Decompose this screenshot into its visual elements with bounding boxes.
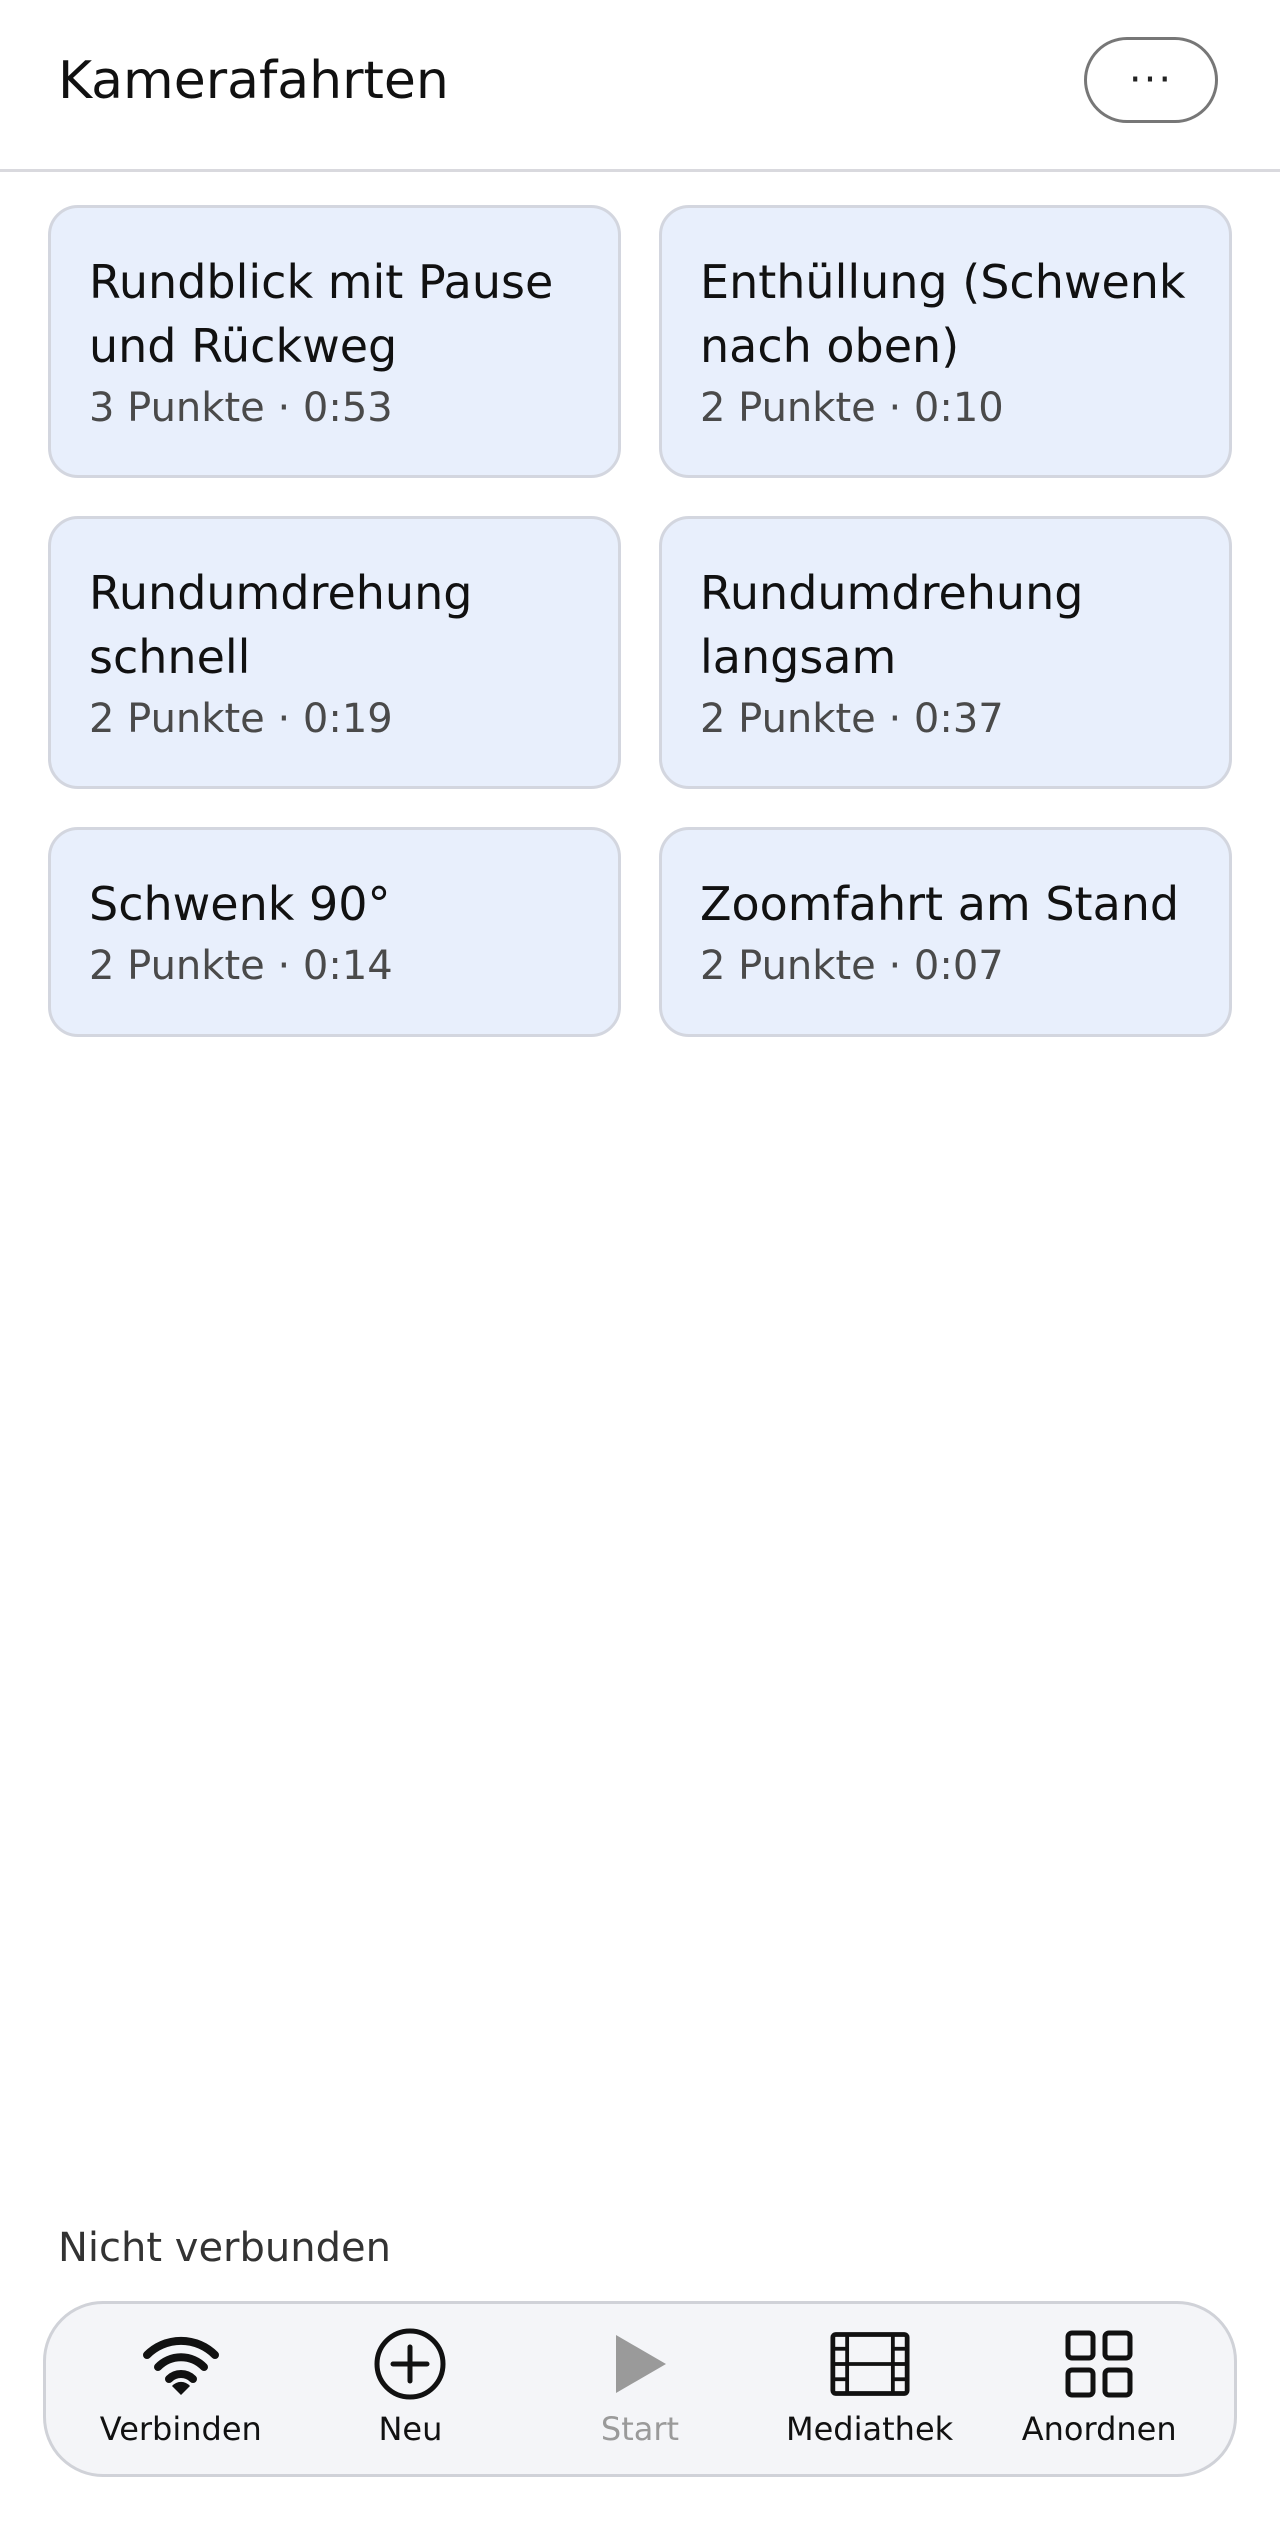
connection-status: Nicht verbunden: [58, 2225, 391, 2271]
sequence-title: Rundumdrehung schnell: [89, 566, 473, 684]
plus-circle-icon: [370, 2327, 450, 2401]
sequence-meta: 3 Punkte · 0:53: [89, 385, 393, 431]
sequence-meta: 2 Punkte · 0:10: [700, 385, 1004, 431]
tab-start[interactable]: Start: [540, 2327, 740, 2451]
sequence-card[interactable]: Rundumdrehung schnell 2 Punkte · 0:19: [48, 516, 621, 789]
tab-label: Verbinden: [99, 2410, 262, 2448]
sequence-meta: 2 Punkte · 0:14: [89, 943, 393, 989]
sequence-title: Rundumdrehung langsam: [700, 566, 1084, 684]
sequence-title: Zoomfahrt am Stand: [700, 877, 1180, 931]
sequence-meta: 2 Punkte · 0:37: [700, 696, 1004, 742]
sequence-title: Enthüllung (Schwenk nach oben): [700, 255, 1186, 373]
tab-anordnen[interactable]: Anordnen: [999, 2327, 1199, 2451]
tab-label: Anordnen: [1021, 2410, 1177, 2448]
grid-icon: [1059, 2327, 1139, 2401]
tab-neu[interactable]: Neu: [310, 2327, 510, 2451]
sequence-title: Rundblick mit Pause und Rückweg: [89, 255, 554, 373]
sequence-meta: 2 Punkte · 0:07: [700, 943, 1004, 989]
sequence-card[interactable]: Schwenk 90° 2 Punkte · 0:14: [48, 827, 621, 1037]
sequence-card[interactable]: Rundumdrehung langsam 2 Punkte · 0:37: [659, 516, 1232, 789]
header: Kamerafahrten ···: [0, 0, 1280, 172]
sequence-meta: 2 Punkte · 0:19: [89, 696, 393, 742]
more-options-button[interactable]: ···: [1084, 37, 1218, 123]
sequence-title: Schwenk 90°: [89, 877, 391, 931]
tab-label: Mediathek: [786, 2410, 954, 2448]
tab-mediathek[interactable]: Mediathek: [770, 2327, 970, 2451]
sequence-card[interactable]: Enthüllung (Schwenk nach oben) 2 Punkte …: [659, 205, 1232, 478]
wifi-icon: [141, 2327, 221, 2401]
sequence-grid: Rundblick mit Pause und Rückweg 3 Punkte…: [48, 205, 1232, 1037]
play-icon: [600, 2327, 680, 2401]
bottom-toolbar: Verbinden Neu Start Mediathek Anordnen: [43, 2301, 1237, 2477]
film-icon: [830, 2327, 910, 2401]
sequence-card[interactable]: Zoomfahrt am Stand 2 Punkte · 0:07: [659, 827, 1232, 1037]
page-title: Kamerafahrten: [58, 51, 449, 111]
tab-label: Start: [600, 2410, 680, 2448]
tab-label: Neu: [378, 2410, 443, 2448]
tab-verbinden[interactable]: Verbinden: [81, 2327, 281, 2451]
sequence-card[interactable]: Rundblick mit Pause und Rückweg 3 Punkte…: [48, 205, 621, 478]
